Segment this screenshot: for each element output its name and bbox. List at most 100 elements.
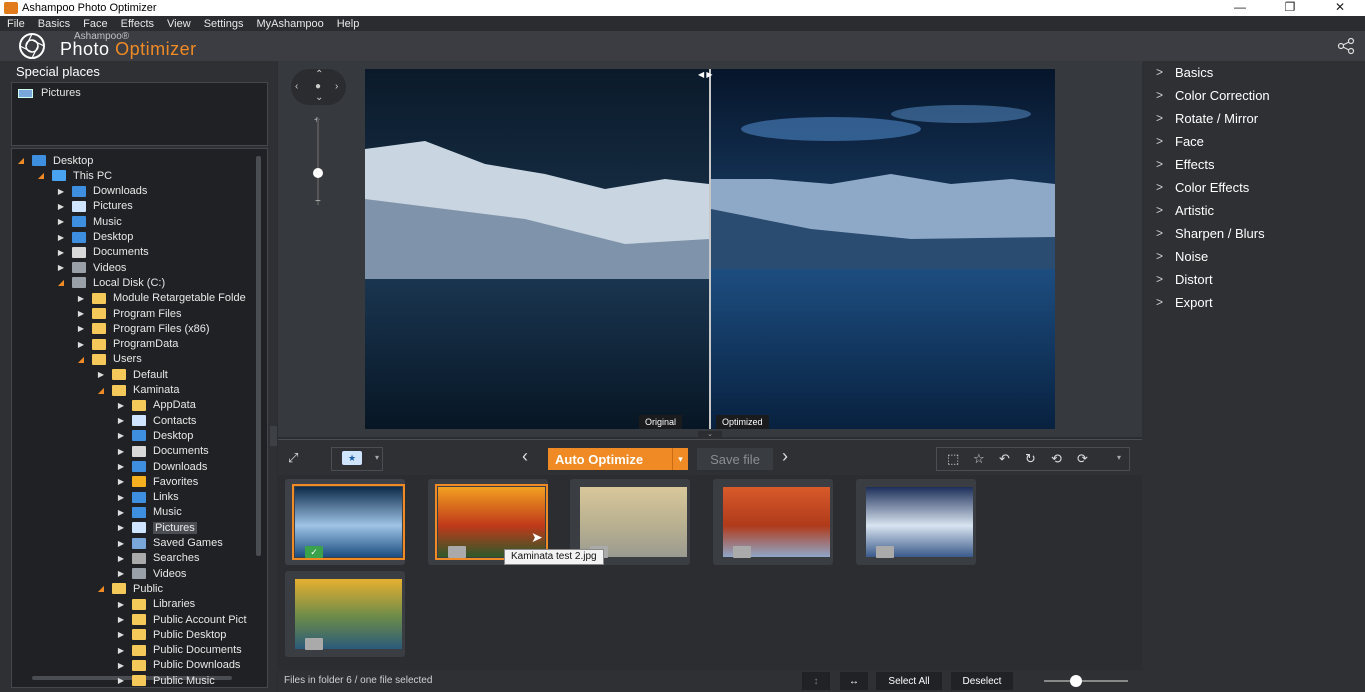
- pan-up-icon[interactable]: ⌃: [315, 69, 323, 80]
- tree-item[interactable]: ▶ Music: [56, 214, 122, 229]
- tree-item[interactable]: ▶ Program Files: [76, 306, 182, 321]
- expand-icon[interactable]: ▶: [116, 431, 126, 440]
- checkbox-icon[interactable]: [448, 546, 466, 558]
- tree-item[interactable]: ▶ Pictures: [116, 520, 197, 535]
- menu-view[interactable]: View: [167, 18, 191, 30]
- rotate-icon[interactable]: ↻: [1025, 451, 1036, 467]
- expand-icon[interactable]: ▶: [116, 676, 126, 685]
- tree-item[interactable]: ▶ Music: [116, 505, 182, 520]
- panel-splitter[interactable]: [270, 426, 277, 446]
- tree-item[interactable]: ▶ Searches: [116, 551, 200, 566]
- expand-icon[interactable]: ▶: [116, 401, 126, 410]
- expand-icon[interactable]: ▶: [116, 539, 126, 548]
- maximize-icon[interactable]: ❐: [1265, 0, 1315, 16]
- tree-item[interactable]: ▶ Documents: [116, 444, 209, 459]
- tree-item[interactable]: ▶ ProgramData: [76, 337, 179, 352]
- zoom-slider[interactable]: [317, 119, 319, 205]
- expand-icon[interactable]: ▶: [116, 477, 126, 486]
- tree-item[interactable]: ◢ Kaminata: [96, 383, 180, 398]
- menu-face[interactable]: Face: [83, 18, 107, 30]
- expand-icon[interactable]: ▶: [56, 248, 66, 257]
- pan-left-icon[interactable]: ‹: [295, 81, 298, 92]
- tree-item[interactable]: ▶ Favorites: [116, 474, 198, 489]
- expand-icon[interactable]: ▶: [116, 416, 126, 425]
- thumbnail-size-handle[interactable]: [1070, 675, 1082, 687]
- tree-item[interactable]: ◢ Users: [76, 352, 142, 367]
- tool-category-color-correction[interactable]: > Color Correction: [1156, 85, 1270, 105]
- tree-item[interactable]: ▶ AppData: [116, 398, 196, 413]
- collapse-icon[interactable]: ◢: [36, 171, 46, 180]
- share-icon[interactable]: [1337, 37, 1355, 55]
- tool-category-face[interactable]: > Face: [1156, 131, 1204, 151]
- tree-item[interactable]: ▶ Downloads: [56, 184, 148, 199]
- collapse-icon[interactable]: ◢: [96, 386, 106, 395]
- expand-icon[interactable]: ▶: [56, 187, 66, 196]
- tree-item[interactable]: ▶ Module Retargetable Folde: [76, 291, 246, 306]
- collapse-icon[interactable]: ◢: [56, 278, 66, 287]
- tree-item[interactable]: ◢ Public: [96, 581, 163, 596]
- minimize-icon[interactable]: —: [1215, 0, 1265, 16]
- tree-item[interactable]: ▶ Contacts: [116, 413, 197, 428]
- expand-icon[interactable]: ▶: [116, 523, 126, 532]
- thumbnail[interactable]: [713, 479, 833, 565]
- expand-icon[interactable]: ▶: [96, 370, 106, 379]
- auto-optimize-dropdown-icon[interactable]: ▾: [672, 448, 688, 470]
- tree-item[interactable]: ▶ Downloads: [116, 459, 208, 474]
- tools-dropdown-icon[interactable]: ▾: [1117, 453, 1121, 462]
- pan-navigator[interactable]: ⌃ ‹ ● › ⌄: [291, 69, 346, 105]
- expand-icon[interactable]: ▶: [116, 646, 126, 655]
- tree-item[interactable]: ▶ Public Documents: [116, 643, 242, 658]
- tree-item[interactable]: ▶ Videos: [56, 260, 127, 275]
- zoom-slider-handle[interactable]: [313, 168, 323, 178]
- checked-checkbox-icon[interactable]: ✓: [305, 546, 323, 558]
- expand-icon[interactable]: ▶: [116, 493, 126, 502]
- tool-category-basics[interactable]: > Basics: [1156, 62, 1213, 82]
- deselect-button[interactable]: Deselect: [951, 672, 1013, 690]
- tree-vertical-scrollbar[interactable]: [256, 156, 261, 556]
- save-file-button[interactable]: Save file: [697, 448, 773, 470]
- expand-icon[interactable]: ▶: [76, 294, 86, 303]
- rotate-left-90-icon[interactable]: ⟲: [1051, 451, 1062, 467]
- divider-arrows-icon[interactable]: ◀ ▶: [698, 70, 713, 79]
- next-icon[interactable]: ›: [782, 446, 788, 467]
- fullscreen-icon[interactable]: ⤢: [288, 450, 298, 466]
- expand-icon[interactable]: ▶: [56, 263, 66, 272]
- tree-item[interactable]: ◢ This PC: [36, 168, 112, 183]
- menu-help[interactable]: Help: [337, 18, 360, 30]
- compare-divider[interactable]: [709, 69, 711, 429]
- expand-icon[interactable]: ▶: [56, 202, 66, 211]
- folder-tree[interactable]: ◢ Desktop ◢ This PC ▶ Downloads ▶ Pictures ▶ Musi…: [11, 148, 268, 688]
- expand-icon[interactable]: ▶: [76, 309, 86, 318]
- menu-settings[interactable]: Settings: [204, 18, 244, 30]
- tree-item[interactable]: ▶ Desktop: [56, 230, 133, 245]
- thumbnail[interactable]: ✓: [285, 479, 405, 565]
- select-all-button[interactable]: Select All: [876, 672, 942, 690]
- expand-icon[interactable]: ▶: [116, 508, 126, 517]
- sort-horizontal-icon[interactable]: ↔: [840, 672, 868, 690]
- zoom-out-icon[interactable]: −: [315, 196, 321, 207]
- tree-item[interactable]: ▶ Public Music: [116, 673, 215, 687]
- expand-icon[interactable]: ▶: [76, 340, 86, 349]
- pan-right-icon[interactable]: ›: [335, 81, 338, 92]
- expand-icon[interactable]: ▶: [116, 600, 126, 609]
- select-region-icon[interactable]: ⬚: [947, 451, 959, 467]
- tree-item[interactable]: ▶ Videos: [116, 566, 187, 581]
- tree-item[interactable]: ▶ Desktop: [116, 428, 193, 443]
- rotate-right-90-icon[interactable]: ⟳: [1077, 451, 1088, 467]
- checkbox-icon[interactable]: [305, 638, 323, 650]
- tool-category-effects[interactable]: > Effects: [1156, 154, 1215, 174]
- tree-item[interactable]: ▶ Saved Games: [116, 536, 223, 551]
- comparison-viewer[interactable]: ◀ ▶ Original Optimized: [365, 69, 1055, 429]
- pan-down-icon[interactable]: ⌄: [315, 92, 323, 103]
- checkbox-icon[interactable]: [876, 546, 894, 558]
- tool-category-sharpen-blurs[interactable]: > Sharpen / Blurs: [1156, 223, 1265, 243]
- pan-center-icon[interactable]: ●: [315, 81, 321, 92]
- tree-item[interactable]: ▶ Documents: [56, 245, 149, 260]
- tree-item[interactable]: ◢ Local Disk (C:): [56, 275, 165, 290]
- menu-basics[interactable]: Basics: [38, 18, 70, 30]
- tree-item[interactable]: ▶ Default: [96, 367, 168, 382]
- menu-myashampoo[interactable]: MyAshampoo: [256, 18, 323, 30]
- expand-icon[interactable]: ▶: [56, 233, 66, 242]
- tree-item[interactable]: ◢ Desktop: [16, 153, 93, 168]
- menu-file[interactable]: File: [7, 18, 25, 30]
